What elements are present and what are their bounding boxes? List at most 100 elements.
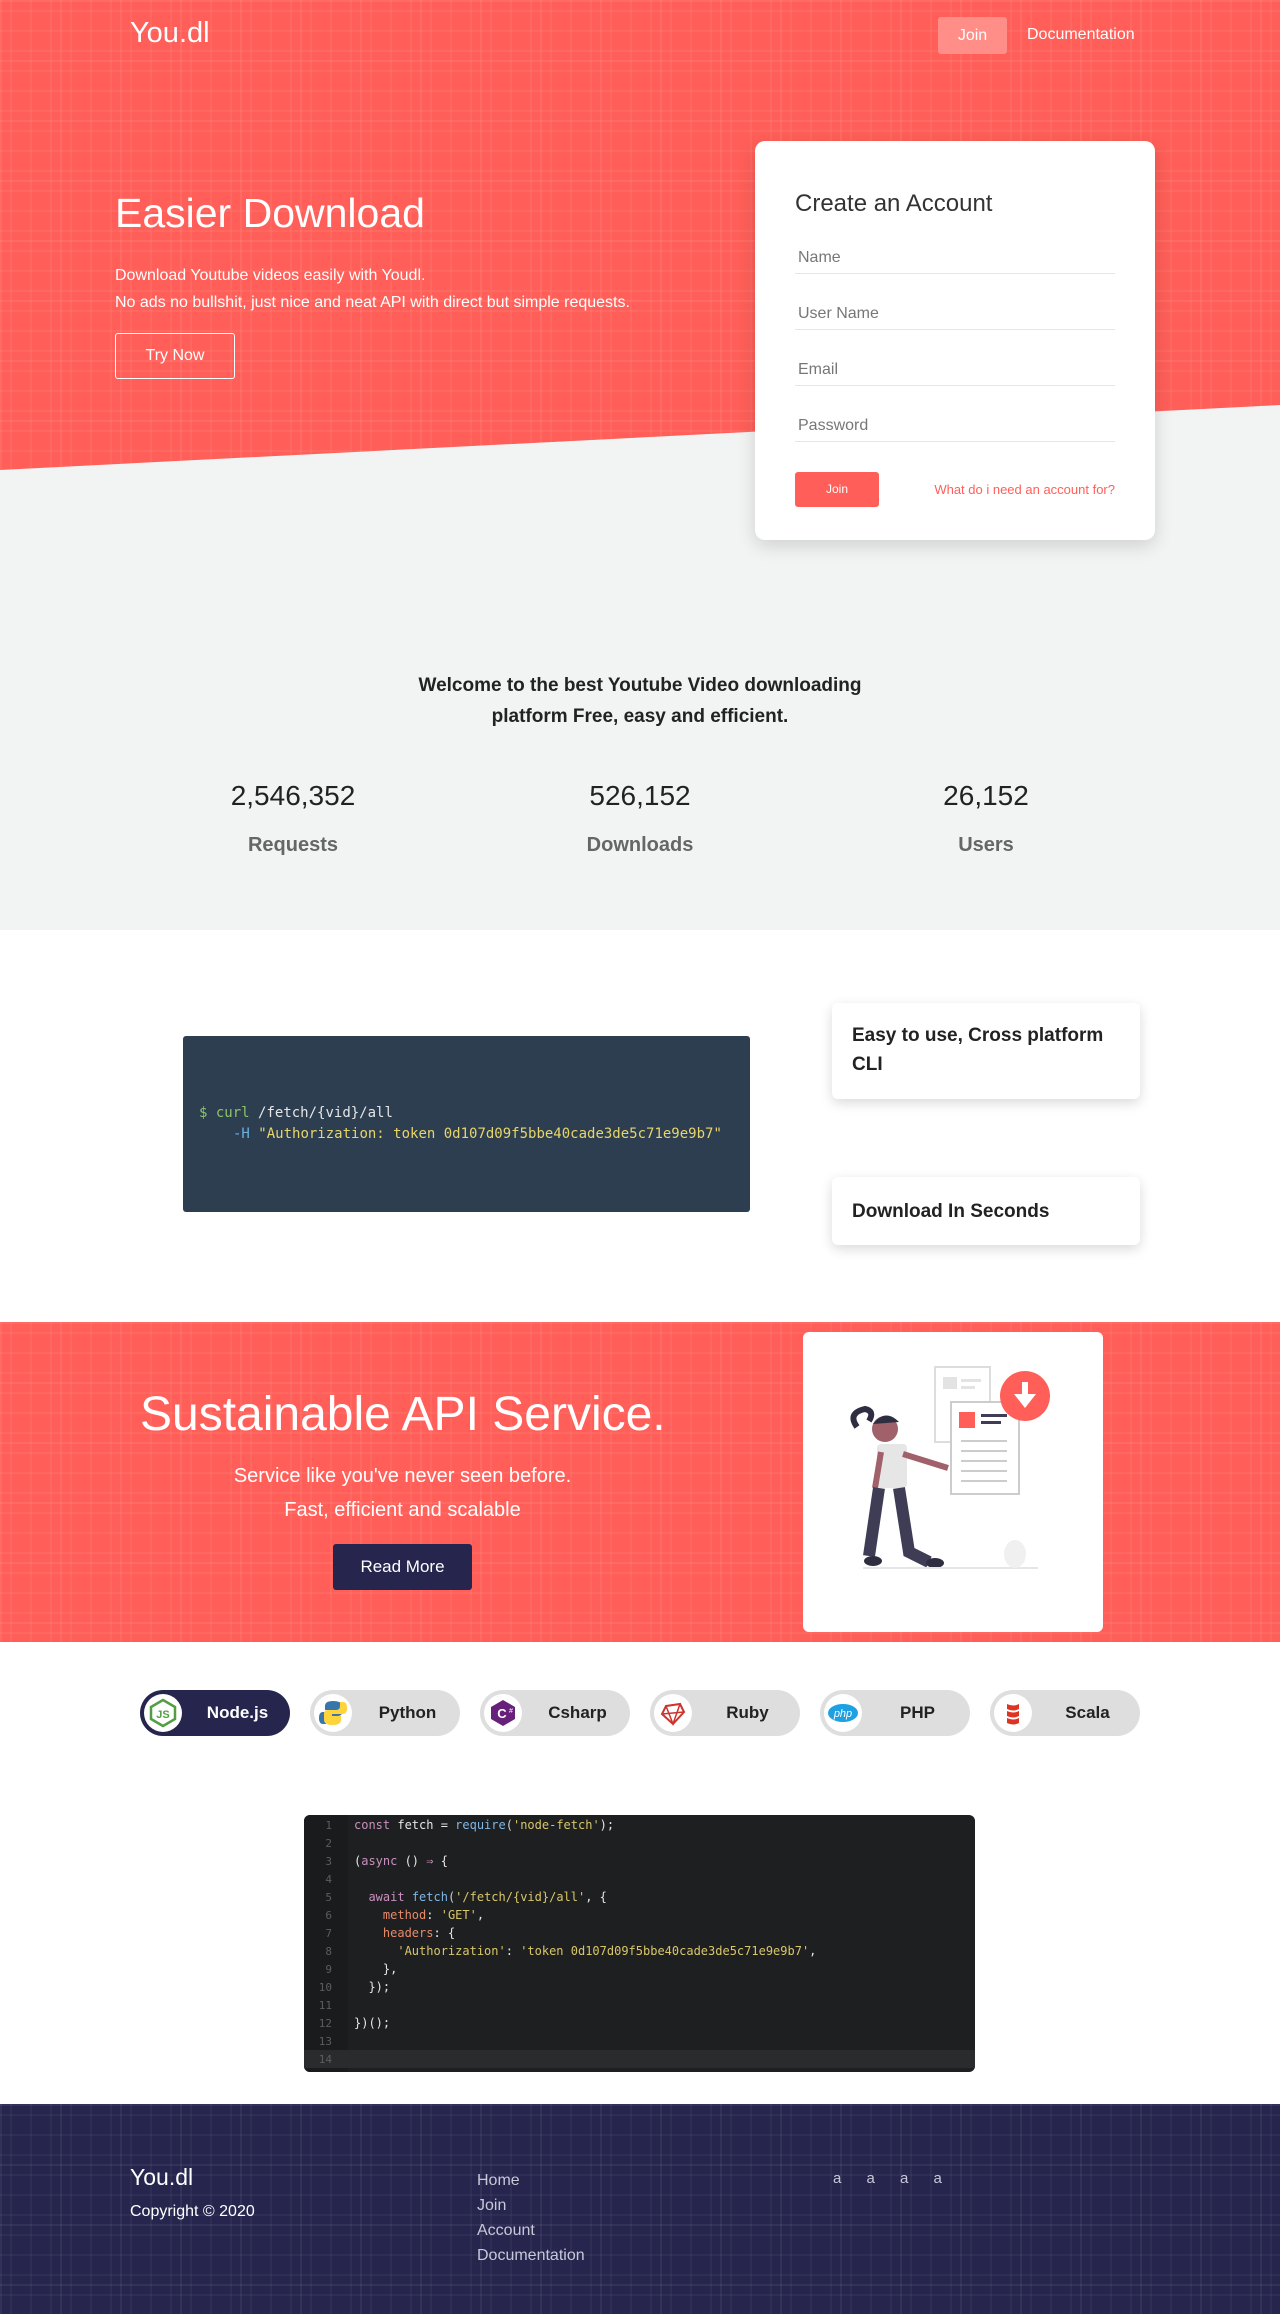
code-line: 6 method: 'GET', <box>304 1906 975 1924</box>
username-field[interactable]: User Name <box>795 300 1115 330</box>
code-token: : <box>426 1908 441 1922</box>
code-line: 10 }); <box>304 1978 975 1996</box>
code-editor[interactable]: 1 const fetch = require('node-fetch'); 2 … <box>304 1815 975 2072</box>
feature-card-cli: Easy to use, Cross platform CLI <box>832 1003 1140 1099</box>
hero-description-line: No ads no bullshit, just nice and neat A… <box>115 294 630 311</box>
code-token: '/fetch/{vid}/all' <box>455 1890 586 1904</box>
lang-tab-nodejs[interactable]: JS Node.js <box>140 1690 290 1736</box>
line-number: 14 <box>318 2053 332 2066</box>
terminal-line: -H "Authorization: token 0d107d09f5bbe40… <box>199 1124 750 1145</box>
svg-text:C: C <box>497 1706 507 1721</box>
code-line: 12})(); <box>304 2014 975 2032</box>
account-info-link[interactable]: What do i need an account for? <box>920 482 1115 497</box>
social-link[interactable]: a <box>934 2170 942 2187</box>
code-line: 11 <box>304 1996 975 2014</box>
code-token: , <box>809 1944 817 1958</box>
line-number: 2 <box>325 1837 332 1850</box>
lang-tab-label: Node.js <box>206 1703 269 1722</box>
terminal-line: $ curl /fetch/{vid}/all <box>199 1103 750 1124</box>
code-line: 4 <box>304 1870 975 1888</box>
social-link[interactable]: a <box>867 2170 875 2187</box>
password-field[interactable]: Password <box>795 412 1115 442</box>
feature-card-speed: Download In Seconds <box>832 1177 1140 1245</box>
hero-title: Easier Download <box>115 190 425 236</box>
footer-social-links: a a a a <box>833 2170 963 2187</box>
footer-link-documentation[interactable]: Documentation <box>477 2243 585 2268</box>
signup-join-button[interactable]: Join <box>795 472 879 507</box>
terminal-command: curl <box>215 1105 250 1121</box>
stat-value: 26,152 <box>943 780 1029 811</box>
api-subtitle: Service like you've never seen before. <box>233 1465 572 1487</box>
lang-tab-ruby[interactable]: Ruby <box>650 1690 800 1736</box>
stat-value: 2,546,352 <box>230 780 356 811</box>
code-token: , <box>476 1908 485 1922</box>
code-line: 13 <box>304 2032 975 2050</box>
download-illustration <box>850 1366 1050 1569</box>
line-number: 9 <box>325 1963 332 1976</box>
line-number: 10 <box>318 1981 332 1994</box>
api-subtitle: Fast, efficient and scalable <box>284 1499 521 1521</box>
code-token: fetch = <box>390 1818 456 1832</box>
code-token: async <box>361 1854 398 1868</box>
code-token: : <box>505 1944 521 1958</box>
read-more-button[interactable]: Read More <box>333 1544 472 1590</box>
stat-users: 26,152 Users <box>836 780 1136 857</box>
code-token: : { <box>433 1926 456 1940</box>
code-token: })(); <box>354 2016 391 2030</box>
hero-description: Download Youtube videos easily with Youd… <box>115 262 630 316</box>
try-now-button[interactable]: Try Now <box>115 333 235 379</box>
line-number: 1 <box>325 1819 332 1832</box>
name-field[interactable]: Name <box>795 244 1115 274</box>
terminal-prompt: $ <box>199 1105 208 1121</box>
stat-value: 526,152 <box>589 780 691 811</box>
social-link[interactable]: a <box>900 2170 908 2187</box>
brand-logo[interactable]: You.dl <box>130 17 210 50</box>
python-icon <box>314 1694 352 1732</box>
code-token: , { <box>585 1890 607 1904</box>
hero-description-line: Download Youtube videos easily with Youd… <box>115 267 426 284</box>
code-line: 1 const fetch = require('node-fetch'); <box>304 1816 975 1834</box>
lang-tab-label: Csharp <box>548 1703 607 1722</box>
api-title: Sustainable API Service. <box>140 1388 666 1441</box>
stat-label: Users <box>958 834 1014 856</box>
line-number: 13 <box>318 2035 332 2048</box>
code-line: 9 }, <box>304 1960 975 1978</box>
lang-tab-python[interactable]: Python <box>310 1690 460 1736</box>
code-token: { <box>433 1854 448 1868</box>
terminal-flag: -H <box>233 1126 250 1142</box>
code-line: 2 <box>304 1834 975 1852</box>
footer-brand[interactable]: You.dl <box>130 2164 193 2191</box>
lang-tab-scala[interactable]: Scala <box>990 1690 1140 1736</box>
nav-documentation-link[interactable]: Documentation <box>1027 26 1135 44</box>
terminal-snippet: $ curl /fetch/{vid}/all -H "Authorizatio… <box>183 1036 750 1212</box>
php-icon: php <box>824 1694 862 1732</box>
code-line: 7 headers: { <box>304 1924 975 1942</box>
terminal-header: "Authorization: token 0d107d09f5bbe40cad… <box>258 1126 722 1142</box>
footer-link-account[interactable]: Account <box>477 2218 585 2243</box>
code-token: 'GET' <box>440 1908 477 1922</box>
code-token: fetch <box>411 1890 448 1904</box>
code-line: 3 (async () ⇒ { <box>304 1852 975 1870</box>
code-token: headers <box>382 1926 434 1940</box>
lang-tab-csharp[interactable]: C # Csharp <box>480 1690 630 1736</box>
svg-text:#: # <box>509 1708 513 1715</box>
code-token: }); <box>368 1980 391 1994</box>
footer-link-join[interactable]: Join <box>477 2193 585 2218</box>
code-line: 5 await fetch('/fetch/{vid}/all', { <box>304 1888 975 1906</box>
email-field[interactable]: Email <box>795 356 1115 386</box>
csharp-icon: C # <box>484 1694 522 1732</box>
code-token: () <box>397 1854 427 1868</box>
code-token: 'Authorization' <box>397 1944 506 1958</box>
line-number: 3 <box>325 1855 332 1868</box>
lang-tab-label: PHP <box>900 1703 935 1722</box>
line-number: 5 <box>325 1891 332 1904</box>
code-token: 'node-fetch' <box>512 1818 600 1832</box>
nav-join-button[interactable]: Join <box>938 17 1007 54</box>
lang-tab-label: Scala <box>1065 1703 1110 1722</box>
lang-tab-php[interactable]: php PHP <box>820 1690 970 1736</box>
line-number: 11 <box>318 1999 332 2012</box>
social-link[interactable]: a <box>833 2170 841 2187</box>
footer-link-home[interactable]: Home <box>477 2168 585 2193</box>
illustration-card <box>803 1332 1103 1632</box>
code-token: ( <box>505 1818 513 1832</box>
